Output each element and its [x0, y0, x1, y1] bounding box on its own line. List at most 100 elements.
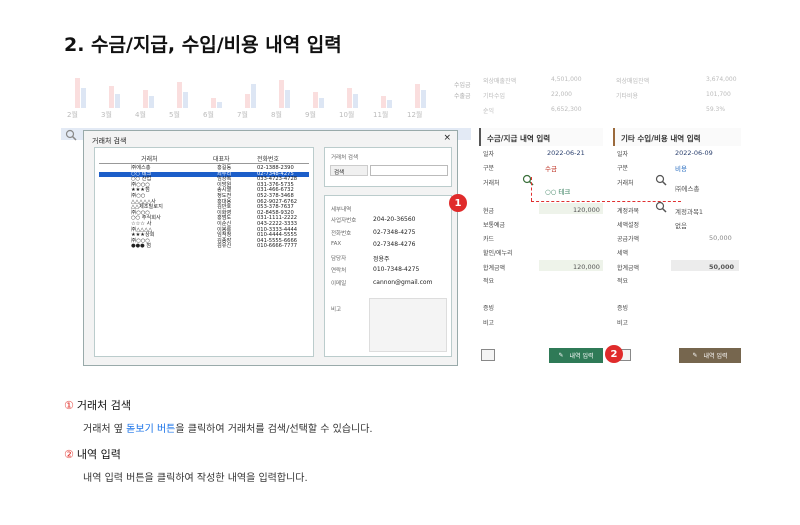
section-1-desc: 거래처 옆 돋보기 버튼을 클릭하여 거래처를 검색/선택할 수 있습니다.: [83, 420, 373, 435]
detail-value: 정용주: [373, 255, 390, 263]
date-value[interactable]: 2022-06-21: [547, 149, 585, 157]
total-label: 합계금액: [483, 265, 506, 272]
section-2-heading: 내역 입력: [76, 448, 121, 461]
month-bar-expense: [81, 88, 86, 108]
detail-value: 02-7348-4275: [373, 228, 416, 236]
month-bar-income: [211, 98, 216, 108]
summary-label2: 외상매입잔액: [616, 78, 650, 85]
section-1-desc-pre: 거래처 옆: [83, 424, 127, 435]
tax-value[interactable]: 없음: [675, 220, 687, 230]
detail-value: cannon@gmail.com: [373, 278, 433, 286]
section-1-num: ①: [64, 399, 74, 412]
search-input[interactable]: [370, 165, 448, 176]
month-bar-income: [279, 80, 284, 108]
account-search-icon[interactable]: [655, 201, 669, 213]
card-label: 카드: [483, 236, 495, 243]
month-label: 2월: [67, 111, 78, 119]
client-label: 거래처: [483, 180, 500, 187]
section-1-desc-post: 을 클릭하여 거래처를 검색/선택할 수 있습니다.: [175, 424, 373, 435]
payment-form-title: 수금/지급 내역 입력: [479, 128, 603, 146]
r-date-label: 일자: [617, 151, 629, 158]
r-client-search-icon[interactable]: [655, 174, 669, 186]
month-label: 9월: [305, 111, 316, 119]
supply-value[interactable]: 50,000: [709, 234, 732, 242]
detail-label: 전화번호: [331, 230, 352, 237]
r-pencil-icon: ✎: [692, 352, 698, 359]
r-submit-button[interactable]: ✎ 내역 입력: [679, 348, 741, 363]
section-2-desc: 내역 입력 버튼을 클릭하여 작성한 내역을 입력합니다.: [83, 473, 308, 484]
r-total-value: 50,000: [709, 263, 735, 271]
r-total-label: 합계금액: [617, 265, 640, 272]
summary-value: 6,652,300: [551, 106, 582, 113]
summary-label: 기타수입: [483, 93, 506, 100]
type-label: 구분: [483, 165, 495, 172]
client-row[interactable]: ●●● 점 김유신 010-6666-7777: [99, 244, 309, 250]
close-icon[interactable]: ×: [443, 133, 451, 143]
detail-panel-title: 세부내역: [331, 207, 352, 213]
month-bar-income: [415, 84, 420, 108]
summary-row: 순익 6,652,300 59.3%: [481, 106, 741, 121]
month-label: 11월: [373, 111, 389, 119]
detail-value: 204-20-36560: [373, 216, 416, 223]
client-value[interactable]: ○○ 테크: [545, 186, 570, 196]
legend-expense: 수출금: [454, 93, 471, 100]
detail-label: FAX: [331, 241, 342, 247]
submit-button-label: 내역 입력: [569, 353, 594, 360]
summary-value2: 59.3%: [706, 106, 726, 113]
vat-label: 세액: [617, 250, 629, 257]
r-type-value[interactable]: 비용: [675, 163, 687, 173]
detail-label: 연락처: [331, 268, 347, 274]
summary-row: 외상매출잔액 4,501,000 외상매입잔액 3,674,000: [481, 76, 741, 91]
month-bar-expense: [149, 96, 154, 108]
month-label: 6월: [203, 111, 214, 119]
eraser-icon[interactable]: [481, 349, 495, 361]
r-type-label: 구분: [617, 165, 629, 172]
section-2-num: ②: [64, 448, 74, 461]
marker-line-1: [531, 201, 681, 202]
summary-label: 외상매출잔액: [483, 78, 517, 85]
magnifier-button-link[interactable]: 돋보기 버튼: [126, 424, 175, 435]
month-bar-expense: [217, 102, 222, 108]
r-submit-button-label: 내역 입력: [703, 353, 728, 360]
marker-2: 2: [605, 345, 623, 363]
summary-table: 외상매출잔액 4,501,000 외상매입잔액 3,674,000 기타수입 22,000…: [481, 76, 741, 121]
detail-value: 010-7348-4275: [373, 266, 420, 273]
page-title: 2. 수금/지급, 수입/비용 내역 입력: [64, 34, 342, 56]
month-bar-expense: [421, 90, 426, 108]
section-2-title: ② 내역 입력: [64, 446, 121, 462]
month-bar-income: [109, 86, 114, 108]
cash-value: 120,000: [573, 206, 600, 214]
section-1-title: ① 거래처 검색: [64, 397, 131, 413]
month-bar-expense: [353, 94, 358, 108]
chart-legend: 수입금 수출금: [454, 80, 471, 102]
r-note-label: 비고: [617, 320, 629, 327]
r-client-value[interactable]: ㈜에스총: [675, 183, 699, 193]
month-bar-income: [347, 88, 352, 108]
cash-label: 현금: [483, 208, 495, 215]
month-bar-income: [75, 78, 80, 108]
detail-label: 이메일: [331, 280, 347, 287]
summary-label2: 기타비용: [616, 93, 639, 100]
summary-value: 22,000: [551, 91, 572, 98]
discount-label: 할인/에누리: [483, 250, 513, 257]
month-label: 10월: [339, 111, 355, 119]
submit-button[interactable]: ✎ 내역 입력: [549, 348, 603, 363]
search-icon[interactable]: [65, 129, 77, 141]
col-client: 거래처: [141, 156, 158, 163]
client-list[interactable]: 거래처 대표자 전화번호 ㈜에스총 홍길동 02-1388-2390 ○○ 테크 최두리…: [94, 147, 314, 357]
month-label: 7월: [237, 111, 248, 119]
legend-income: 수입금: [454, 82, 471, 89]
month-bar-income: [313, 92, 318, 108]
memo-label: 적요: [483, 278, 495, 285]
detail-memo-box: [369, 298, 447, 352]
detail-panel: 세부내역 사업자번호 204-20-36560 전화번호 02-7348-4275 FA…: [324, 195, 452, 357]
client-search-button-icon[interactable]: [522, 174, 536, 186]
monthly-chart: 2월 3월 4월 5월 6월 7월 8월 9월 10월 11월 12월: [61, 72, 473, 120]
account-value[interactable]: 계정과목1: [675, 206, 703, 216]
date-label: 일자: [483, 151, 495, 158]
r-date-value[interactable]: 2022-06-09: [675, 149, 713, 157]
month-bar-expense: [285, 90, 290, 108]
type-value[interactable]: 수금: [545, 163, 557, 173]
client-search-dialog: 거래처 검색 × 거래처 대표자 전화번호 ㈜에스총 홍길동 02-1388-239…: [83, 130, 458, 366]
section-1-heading: 거래처 검색: [76, 399, 131, 412]
